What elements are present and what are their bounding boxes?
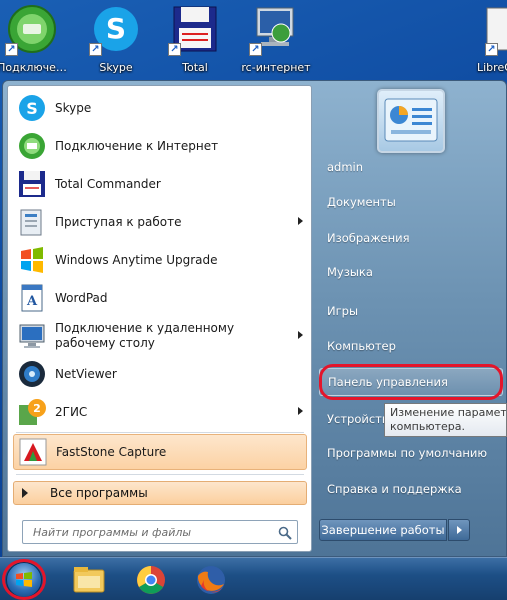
internet-connection-icon: ↗: [5, 4, 57, 56]
desktop-icon-rc-internet[interactable]: ↗ rc-интернет: [238, 4, 314, 74]
program-item-getting-started[interactable]: Приступая к работе: [13, 204, 307, 240]
desktop-icon-label: Подключе…: [0, 61, 67, 74]
all-programs-button[interactable]: Все программы: [13, 481, 307, 505]
program-item-netviewer[interactable]: NetViewer: [13, 356, 307, 392]
desktop-icon-total[interactable]: ↗ Total: [157, 4, 233, 74]
taskbar-explorer[interactable]: [64, 562, 114, 598]
shutdown-button[interactable]: Завершение работы: [319, 519, 447, 541]
program-item-skype[interactable]: S Skype: [13, 90, 307, 126]
shortcut-arrow-icon: ↗: [89, 43, 102, 56]
program-item-label: Подключение к удаленному рабочему столу: [55, 321, 235, 350]
tooltip: Изменение параметров компьютера.: [384, 403, 507, 437]
all-programs-label: Все программы: [50, 486, 148, 500]
windows-flag-icon: [17, 245, 47, 275]
shortcut-arrow-icon: ↗: [249, 43, 262, 56]
svg-text:A: A: [26, 294, 38, 309]
control-panel-picture-icon: [384, 98, 438, 142]
shortcut-arrow-icon: ↗: [5, 43, 18, 56]
svg-text:2: 2: [33, 402, 41, 415]
program-item-label: Total Commander: [55, 176, 161, 191]
svg-text:S: S: [26, 99, 38, 118]
program-item-label: WordPad: [55, 290, 108, 305]
program-item-total-commander[interactable]: Total Commander: [13, 166, 307, 202]
program-item-remote-desktop[interactable]: Подключение к удаленному рабочему столу: [13, 318, 307, 354]
faststone-capture-icon: [18, 437, 48, 467]
taskbar-firefox[interactable]: [186, 562, 236, 598]
desktop-icon-libreoffice[interactable]: ↗ LibreO: [467, 4, 507, 74]
desktop-icon-label: Total: [182, 61, 208, 74]
shortcut-arrow-icon: ↗: [485, 43, 498, 56]
getting-started-icon: [17, 207, 47, 237]
right-item-computer[interactable]: Компьютер: [319, 332, 503, 360]
start-menu: S Skype Подключение к Интернет Total Com…: [2, 80, 507, 557]
search-icon: [278, 525, 292, 540]
windows-logo-icon: [16, 572, 32, 587]
program-item-windows-anytime-upgrade[interactable]: Windows Anytime Upgrade: [13, 242, 307, 278]
taskbar-chrome[interactable]: [126, 562, 176, 598]
internet-connection-icon: [17, 131, 47, 161]
submenu-arrow-icon: [298, 217, 303, 225]
desktop-icon-skype[interactable]: S ↗ Skype: [78, 4, 154, 74]
skype-icon: S: [17, 93, 47, 123]
wordpad-icon: A: [17, 283, 47, 313]
user-picture[interactable]: [377, 89, 445, 153]
start-button[interactable]: [6, 562, 42, 598]
desktop-icon-label: rc-интернет: [241, 61, 311, 74]
program-item-label: FastStone Capture: [56, 444, 167, 459]
program-item-internet-connection[interactable]: Подключение к Интернет: [13, 128, 307, 164]
right-item-games[interactable]: Игры: [319, 297, 503, 325]
shutdown-options-button[interactable]: [448, 519, 470, 541]
network-computer-icon: ↗: [249, 4, 301, 56]
submenu-arrow-icon: [298, 407, 303, 415]
program-item-2gis[interactable]: 2 2ГИС: [13, 394, 307, 430]
program-item-label: Windows Anytime Upgrade: [55, 252, 218, 267]
right-item-default-programs[interactable]: Программы по умолчанию: [319, 439, 503, 467]
chrome-icon: [137, 566, 165, 594]
program-item-label: Skype: [55, 100, 92, 115]
taskbar: [0, 557, 507, 600]
total-commander-icon: [17, 169, 47, 199]
right-item-control-panel[interactable]: Панель управления: [319, 368, 503, 396]
submenu-arrow-icon: [298, 331, 303, 339]
triangle-right-icon: [22, 488, 28, 498]
right-item-help-support[interactable]: Справка и поддержка: [319, 475, 503, 503]
netviewer-icon: [17, 359, 47, 389]
right-item-music[interactable]: Музыка: [319, 258, 503, 286]
program-item-faststone-capture[interactable]: FastStone Capture: [13, 434, 307, 470]
separator: [16, 474, 304, 475]
skype-icon: S ↗: [89, 4, 141, 56]
shortcut-arrow-icon: ↗: [168, 43, 181, 56]
firefox-icon: [197, 566, 225, 594]
desktop-icon-label: Skype: [99, 61, 133, 74]
search-input[interactable]: [22, 520, 298, 544]
2gis-icon: 2: [17, 397, 47, 427]
program-item-label: 2ГИС: [55, 404, 88, 419]
program-item-label: NetViewer: [55, 366, 117, 381]
right-item-admin[interactable]: admin: [319, 153, 503, 181]
tooltip-line: компьютера.: [390, 420, 466, 433]
right-item-pictures[interactable]: Изображения: [319, 224, 503, 252]
desktop-icon-internet-connection[interactable]: ↗ Подключе…: [0, 4, 70, 74]
program-item-label: Подключение к Интернет: [55, 138, 219, 153]
total-commander-icon: ↗: [168, 4, 220, 56]
explorer-folder-icon: [73, 567, 105, 593]
desktop-icon-label: LibreO: [477, 61, 507, 74]
separator: [16, 432, 304, 433]
remote-desktop-icon: [17, 321, 47, 351]
programs-pane: S Skype Подключение к Интернет Total Com…: [7, 85, 312, 552]
tooltip-line: Изменение параметров: [390, 406, 507, 419]
right-item-documents[interactable]: Документы: [319, 188, 503, 216]
libreoffice-icon: ↗: [481, 4, 507, 56]
program-item-wordpad[interactable]: A WordPad: [13, 280, 307, 316]
program-item-label: Приступая к работе: [55, 214, 182, 229]
svg-text:S: S: [106, 12, 126, 45]
